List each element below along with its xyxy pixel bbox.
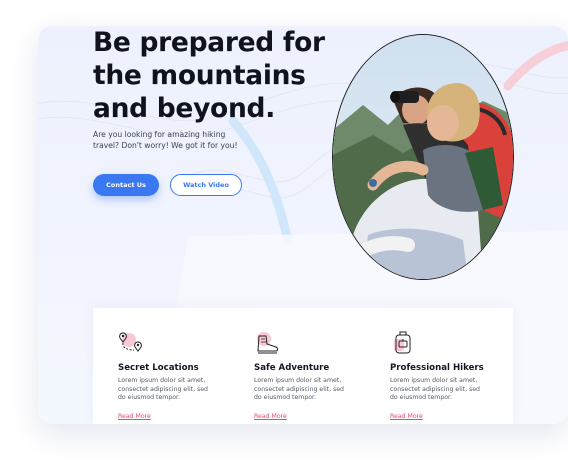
feature-description: Lorem ipsum dolor sit amet, consectet ad… bbox=[254, 377, 344, 402]
watch-video-button[interactable]: Watch Video bbox=[170, 174, 242, 196]
hero-photo bbox=[332, 34, 514, 280]
landing-page-card: Be prepared for the mountains and beyond… bbox=[38, 26, 568, 424]
hero-headline: Be prepared for the mountains and beyond… bbox=[93, 27, 325, 124]
feature-title: Professional Hikers bbox=[390, 363, 484, 373]
features-section: Secret Locations Lorem ipsum dolor sit a… bbox=[93, 308, 513, 424]
feature-description: Lorem ipsum dolor sit amet, consectet ad… bbox=[390, 377, 480, 402]
backpack-icon bbox=[394, 331, 411, 354]
hero-subtitle: Are you looking for amazing hiking trave… bbox=[93, 130, 238, 150]
feature-description: Lorem ipsum dolor sit amet, consectet ad… bbox=[118, 377, 208, 402]
read-more-link[interactable]: Read More bbox=[390, 413, 423, 420]
feature-professional-hikers: Professional Hikers Lorem ipsum dolor si… bbox=[390, 330, 510, 422]
hiking-boot-icon bbox=[257, 332, 278, 354]
feature-title: Secret Locations bbox=[118, 363, 199, 373]
read-more-link[interactable]: Read More bbox=[254, 413, 287, 420]
feature-secret-locations: Secret Locations Lorem ipsum dolor sit a… bbox=[118, 330, 238, 422]
read-more-link[interactable]: Read More bbox=[118, 413, 151, 420]
location-pins-icon bbox=[119, 332, 142, 352]
hikers-couple-illustration bbox=[333, 35, 513, 279]
feature-title: Safe Adventure bbox=[254, 363, 330, 373]
contact-us-button[interactable]: Contact Us bbox=[93, 174, 159, 196]
feature-safe-adventure: Safe Adventure Lorem ipsum dolor sit ame… bbox=[254, 330, 374, 422]
